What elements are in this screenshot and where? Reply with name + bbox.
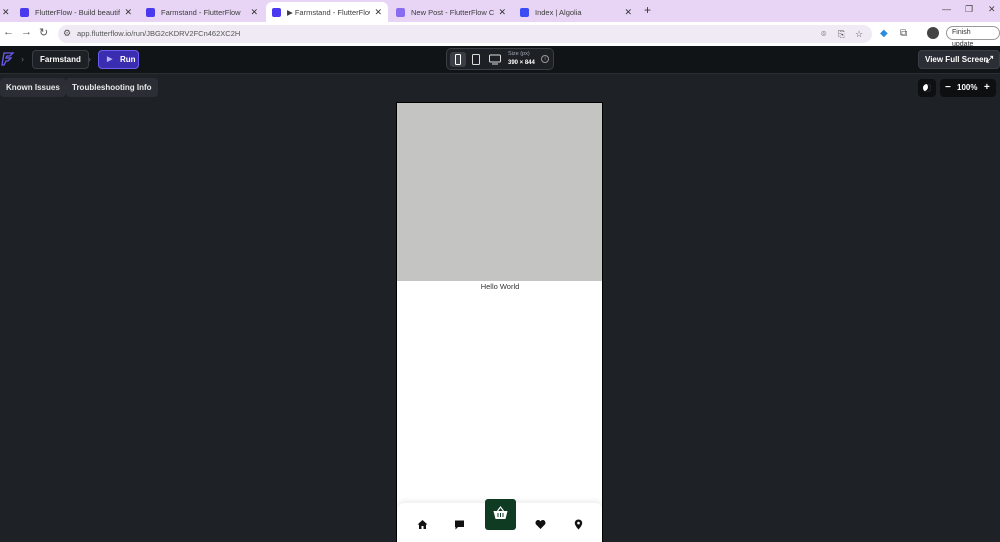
- size-value: 390 × 844: [508, 60, 535, 66]
- tablet-device-button[interactable]: [468, 52, 484, 67]
- url-text: app.flutterflow.io/run/JBG2cKDRV2FCn462X…: [77, 29, 241, 38]
- profile-avatar[interactable]: [927, 27, 939, 39]
- close-icon[interactable]: ✕: [2, 7, 10, 18]
- basket-button[interactable]: [485, 499, 516, 530]
- size-label: Size (px): [508, 51, 530, 57]
- known-issues-button[interactable]: Known Issues: [0, 78, 66, 97]
- zoom-in-icon[interactable]: +: [984, 79, 990, 97]
- moon-icon: [923, 84, 931, 92]
- location-pin-icon[interactable]: [573, 519, 584, 530]
- view-full-screen-label: View Full Screen: [925, 55, 989, 64]
- forward-icon[interactable]: →: [21, 26, 32, 38]
- extension-diamond-icon[interactable]: ◆: [880, 28, 888, 39]
- site-info-icon[interactable]: ⚙: [63, 28, 71, 39]
- bookmark-star-icon[interactable]: ☆: [855, 29, 863, 40]
- flutterflow-favicon-icon: [146, 7, 155, 17]
- hello-world-text: Hello World: [480, 282, 520, 291]
- heart-icon[interactable]: [535, 519, 546, 530]
- run-button[interactable]: ▶ Run: [98, 50, 139, 69]
- finish-update-button[interactable]: Finish update: [946, 26, 1000, 48]
- browser-tab-2[interactable]: Farmstand - FlutterFlow ✕: [140, 2, 264, 22]
- minimize-icon[interactable]: —: [942, 4, 951, 14]
- zoom-out-icon[interactable]: −: [945, 79, 951, 97]
- new-tab-icon[interactable]: +: [644, 3, 651, 17]
- home-icon[interactable]: [417, 519, 428, 530]
- restore-icon[interactable]: ❐: [965, 4, 973, 15]
- tab-title: FlutterFlow - Build beautiful, m: [35, 7, 121, 17]
- flutterflow-favicon-icon: [272, 7, 281, 17]
- location-icon[interactable]: ⌾: [821, 29, 826, 40]
- zoom-value: 100%: [957, 83, 978, 92]
- address-bar[interactable]: ⚙ app.flutterflow.io/run/JBG2cKDRV2FCn46…: [58, 25, 872, 43]
- community-favicon-icon: [396, 7, 405, 17]
- tab-title: Farmstand - FlutterFlow: [161, 7, 241, 17]
- phone-icon: [455, 54, 461, 65]
- algolia-favicon-icon: [520, 7, 529, 17]
- run-label: Run: [120, 55, 136, 64]
- play-icon: ▶: [107, 56, 113, 63]
- close-tab-icon[interactable]: ✕: [374, 7, 382, 18]
- tablet-icon: [472, 54, 480, 65]
- phone-device-button[interactable]: [450, 52, 466, 67]
- close-window-icon[interactable]: ✕: [988, 4, 996, 15]
- flutterflow-favicon-icon: [20, 7, 29, 17]
- chat-icon[interactable]: [454, 519, 465, 530]
- browser-tab-4[interactable]: New Post - FlutterFlow Commu ✕: [390, 2, 512, 22]
- basket-icon: [493, 506, 508, 519]
- info-icon[interactable]: i: [541, 55, 549, 63]
- close-tab-icon[interactable]: ✕: [624, 7, 632, 18]
- troubleshooting-info-button[interactable]: Troubleshooting Info: [66, 78, 158, 97]
- desktop-icon: [489, 54, 501, 65]
- tab-title: ▶ Farmstand - FlutterFlow: [287, 7, 371, 17]
- app-preview-frame: Hello World: [396, 102, 603, 542]
- close-tab-icon[interactable]: ✕: [498, 7, 506, 18]
- flutterflow-logo-icon[interactable]: [1, 52, 15, 66]
- browser-toolbar: ← → ↻ ⚙ app.flutterflow.io/run/JBG2cKDRV…: [0, 22, 1000, 46]
- close-tab-icon[interactable]: ✕: [250, 7, 258, 18]
- dark-mode-toggle[interactable]: [918, 79, 936, 97]
- expand-icon: ⤢: [985, 54, 993, 64]
- view-full-screen-button[interactable]: View Full Screen ⤢: [918, 50, 1000, 69]
- breadcrumb-chevron-icon: ›: [21, 54, 24, 64]
- browser-tab-5[interactable]: Index | Algolia ✕: [514, 2, 638, 22]
- extensions-puzzle-icon[interactable]: ⧉: [900, 28, 907, 39]
- install-app-icon[interactable]: ⎘: [838, 29, 845, 40]
- tab-title: New Post - FlutterFlow Commu: [411, 7, 495, 17]
- breadcrumb-chevron-icon: ›: [88, 54, 91, 64]
- zoom-control: − 100% +: [940, 79, 996, 97]
- browser-tab-strip: ✕ FlutterFlow - Build beautiful, m ✕ Far…: [0, 0, 1000, 22]
- back-icon[interactable]: ←: [3, 26, 14, 38]
- tab-title: Index | Algolia: [535, 7, 582, 17]
- browser-tab-3-active[interactable]: ▶ Farmstand - FlutterFlow ✕: [266, 2, 388, 22]
- bottom-nav-bar: [397, 499, 602, 542]
- hero-image-placeholder: [397, 103, 602, 281]
- close-tab-icon[interactable]: ✕: [124, 7, 132, 18]
- project-name-button[interactable]: Farmstand: [32, 50, 89, 69]
- browser-tab-1[interactable]: FlutterFlow - Build beautiful, m ✕: [14, 2, 138, 22]
- device-selector: [446, 48, 554, 70]
- tab-overflow[interactable]: ✕: [0, 2, 12, 22]
- desktop-device-button[interactable]: [486, 52, 502, 67]
- reload-icon[interactable]: ↻: [39, 26, 48, 39]
